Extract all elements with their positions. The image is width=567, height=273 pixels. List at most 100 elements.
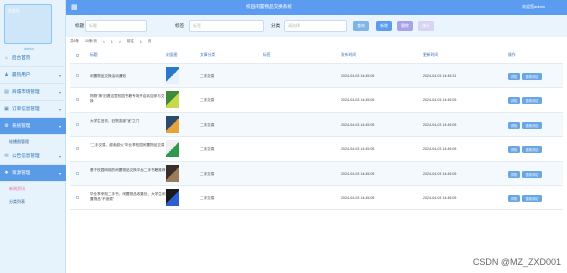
view-comments-button[interactable]: 查看评论 [522,170,542,178]
view-comments-button[interactable]: 查看评论 [522,194,542,202]
row-category: 二手交易 [200,74,215,78]
detail-button[interactable]: 详情 [508,73,520,80]
sidebar-item-0[interactable]: ⌂ 后台首页 [0,50,66,67]
avatar[interactable]: 在此处 [4,4,52,44]
sidebar-item-2[interactable]: ▤ 商城市场管理 ▾ [0,84,66,101]
row-checkbox[interactable] [76,195,79,199]
sidebar-item-1[interactable]: ♟ 最热用户 ▾ [0,67,66,84]
row-updated: 2024-04-03 14:45:05 [423,147,457,152]
cover-image [166,115,179,133]
page-unit-label: 页 [147,39,152,43]
table-row[interactable]: 闲置物品交换活动通知 二手交易 2024-04-03 14:45:05 2024-04… [70,64,563,89]
search-bar: 标题 标题 标签 标签 分类 请选择 查询 新增 删除 统计 [66,15,567,37]
table-body: 闲置物品交换活动通知 二手交易 2024-04-03 14:45:05 2024-04… [70,64,563,211]
next-page-button[interactable]: > [119,40,121,44]
user-icon: ♟ [4,71,9,78]
tag-filter-label: 标签 [175,23,185,28]
table-row[interactable]: "二手交易，越卖越火"毕业季校园闲置物品交易 二手交易 2024-04-03 14:… [70,137,563,162]
search-button[interactable]: 查询 [353,21,369,31]
table-row[interactable]: 毕业季来啦二手书、闲置物品收集处，大学生闲置物品"不浪费" 二手交易 2024-04… [70,186,563,211]
row-updated: 2024-04-03 14:45:05 [423,98,457,103]
row-checkbox[interactable] [76,98,79,102]
grid-menu-icon[interactable]: ▦ [71,4,78,11]
view-comments-button[interactable]: 查看评论 [522,97,542,105]
detail-button[interactable]: 详情 [508,170,520,178]
row-title: 基于校园网络的闲置物品交换平台二手书籍推荐 [90,167,166,172]
sidebar-subitem[interactable]: 新闻资讯 [0,182,66,195]
row-checkbox[interactable] [76,122,79,126]
header-published: 发布时间 [341,53,357,57]
sidebar-item-3[interactable]: ▣ 订单信息管理 ▾ [0,101,66,118]
chevron-down-icon: ▾ [58,106,61,112]
sidebar-item-label: 后台首页 [12,55,31,60]
header-updated: 更新时间 [423,53,439,57]
table-row[interactable]: 大学生旧衣、旧物变废"宝"之门 二手交易 2024-04-03 14:45:05 20… [70,112,563,138]
view-comments-button[interactable]: 查看评论 [522,73,542,80]
goto-label: 前往 [126,39,134,43]
row-title: 闲置物品交换活动通知 [90,74,126,78]
row-checkbox[interactable] [76,147,79,151]
chevron-down-icon: ▾ [58,170,61,176]
table-row[interactable]: 物物"换"旧看这里校园书籍专场开启欢迎参与交换 二手交易 2024-04-03 14… [70,88,563,113]
watermark: CSDN @MZ_ZXD001 [472,257,561,267]
stat-button[interactable]: 统计 [418,21,434,31]
row-checkbox[interactable] [76,171,79,175]
sidebar-item-label: 资源管理 [12,170,31,175]
row-updated: 2024-04-03 14:45:05 [423,122,457,127]
detail-button[interactable]: 详情 [508,146,520,154]
row-category: 二手交易 [200,171,215,176]
goto-page-input[interactable]: 1 [140,40,142,44]
table-row[interactable]: 基于校园网络的闲置物品交换平台二手书籍推荐二手交易 2024-04-03 14:4… [70,161,563,186]
row-published: 2024-04-03 14:45:05 [341,147,375,152]
row-category: 二手交易 [200,98,215,103]
tag-filter-input[interactable]: 标签 [189,20,264,32]
table-header: 标题 封面图 文章分类 标签 发布时间 更新时间 操作 [70,47,563,64]
current-page[interactable]: 1 [111,40,113,44]
row-title: 物物"换"旧看这里校园书籍专场开启欢迎参与交换 [90,94,165,104]
row-published: 2024-04-03 14:45:05 [341,98,375,103]
cover-image [166,140,179,158]
sidebar-subitem[interactable]: 轮播图管理 [0,135,66,148]
chevron-down-icon: ▾ [58,153,61,159]
sidebar-item-6[interactable]: ❖ 资源管理 ▾ [0,165,66,182]
sidebar-item-5[interactable]: ✉ 公告信息管理 ▾ [0,148,66,165]
select-all-checkbox[interactable] [76,54,79,57]
cover-image [166,188,179,206]
view-comments-button[interactable]: 查看评论 [522,121,542,129]
chevron-down-icon: ▾ [58,123,61,129]
total-count: 共6条 [70,39,79,43]
current-user[interactable]: 欢迎您admin [522,4,545,10]
delete-button[interactable]: 删除 [397,21,413,31]
row-published: 2024-04-03 14:45:05 [341,195,375,200]
row-updated: 2024-04-03 14:45:31 [423,74,457,78]
row-checkbox[interactable] [76,74,79,77]
pagination: 共6条 10条/页 < 1 > 前往 1 页 [70,38,151,45]
news-table: 标题 封面图 文章分类 标签 发布时间 更新时间 操作 闲置物品交换活动通知二手… [70,47,563,211]
row-category: 二手交易 [200,147,215,152]
header-actions: 操作 [508,53,516,57]
prev-page-button[interactable]: < [103,40,105,44]
row-published: 2024-04-03 14:45:05 [341,171,375,176]
row-title: 毕业季来啦二手书、闲置物品收集处，大学生闲置物品"不浪费" [90,191,166,201]
row-published: 2024-04-03 14:45:05 [341,74,375,78]
chevron-down-icon: ▾ [58,89,61,95]
detail-button[interactable]: 详情 [508,97,520,105]
add-button[interactable]: 新增 [376,21,392,31]
sidebar-item-label: 公告信息管理 [12,153,40,158]
gear-icon: ⚙ [4,122,9,129]
sidebar-menu: ⌂ 后台首页 ♟ 最热用户 ▾ ▤ 商城市场管理 ▾ ▣ 订单信息管理 ▾ ⚙ 系统管理 ▾ 轮播图管理 ✉ 公… [0,50,66,208]
home-icon: ⌂ [4,54,9,61]
category-filter-label: 分类 [271,23,281,28]
sidebar-item-4[interactable]: ⚙ 系统管理 ▾ [0,118,66,135]
view-comments-button[interactable]: 查看评论 [522,146,542,154]
title-filter-label: 标题 [75,23,85,28]
category-filter-select[interactable]: 请选择 [284,20,347,32]
cover-image [166,67,179,84]
detail-button[interactable]: 详情 [508,121,520,129]
detail-button[interactable]: 详情 [508,194,520,202]
page-size-select[interactable]: 10条/页 [85,39,97,44]
title-filter-input[interactable]: 标题 [85,20,147,32]
sidebar-subitem[interactable]: 分类列表 [0,195,66,208]
sidebar-item-label: 订单信息管理 [12,106,40,111]
sidebar: 在此处 admin ⌂ 后台首页 ♟ 最热用户 ▾ ▤ 商城市场管理 ▾ ▣ 订单信息管理 ▾ ⚙ 系统… [0,0,66,273]
